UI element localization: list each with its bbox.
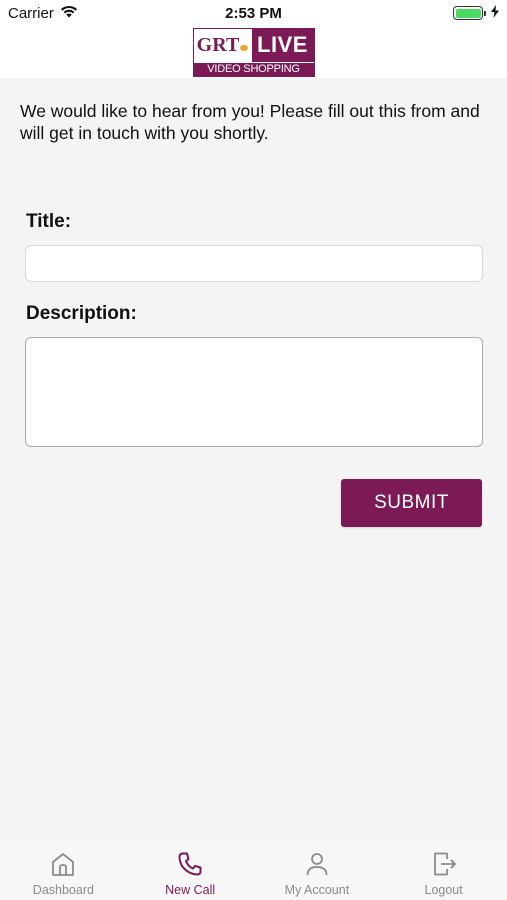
charging-bolt-icon <box>491 4 499 22</box>
battery-fill <box>455 8 481 18</box>
tab-my-account-label: My Account <box>284 883 350 897</box>
logo-top: GRT LIVE <box>193 28 314 62</box>
app-header: GRT LIVE VIDEO SHOPPING <box>0 26 507 78</box>
home-icon <box>52 853 75 876</box>
logo-dot <box>240 45 249 51</box>
description-input[interactable] <box>25 337 483 447</box>
tab-logout[interactable]: Logout <box>380 840 507 900</box>
tab-bar: Dashboard New Call My Account Logout <box>0 840 507 900</box>
submit-button[interactable]: SUBMIT <box>341 479 482 527</box>
description-label: Description: <box>26 303 137 324</box>
status-left: Carrier <box>8 5 78 22</box>
tab-my-account[interactable]: My Account <box>254 840 381 900</box>
tab-logout-label: Logout <box>424 883 463 897</box>
person-icon <box>306 853 328 876</box>
title-input[interactable] <box>25 245 483 282</box>
logo-live: LIVE <box>251 28 314 62</box>
carrier-label: Carrier <box>8 4 54 22</box>
wifi-icon <box>60 5 78 22</box>
title-label: Title: <box>26 211 72 232</box>
logo-subtitle: VIDEO SHOPPING <box>193 61 314 76</box>
tab-new-call[interactable]: New Call <box>127 840 254 900</box>
battery-icon <box>453 6 486 20</box>
tab-dashboard-label: Dashboard <box>32 883 94 897</box>
brand-logo: GRT LIVE VIDEO SHOPPING <box>192 27 315 77</box>
logout-icon <box>433 852 456 876</box>
intro-text: We would like to hear from you! Please f… <box>20 101 480 143</box>
tab-new-call-label: New Call <box>165 883 216 897</box>
status-right <box>453 4 499 22</box>
tab-dashboard[interactable]: Dashboard <box>0 840 127 900</box>
status-bar: Carrier 2:53 PM <box>0 0 507 26</box>
logo-grt: GRT <box>193 28 252 62</box>
phone-icon <box>178 852 202 876</box>
logo-grt-text: GRT <box>196 33 240 56</box>
